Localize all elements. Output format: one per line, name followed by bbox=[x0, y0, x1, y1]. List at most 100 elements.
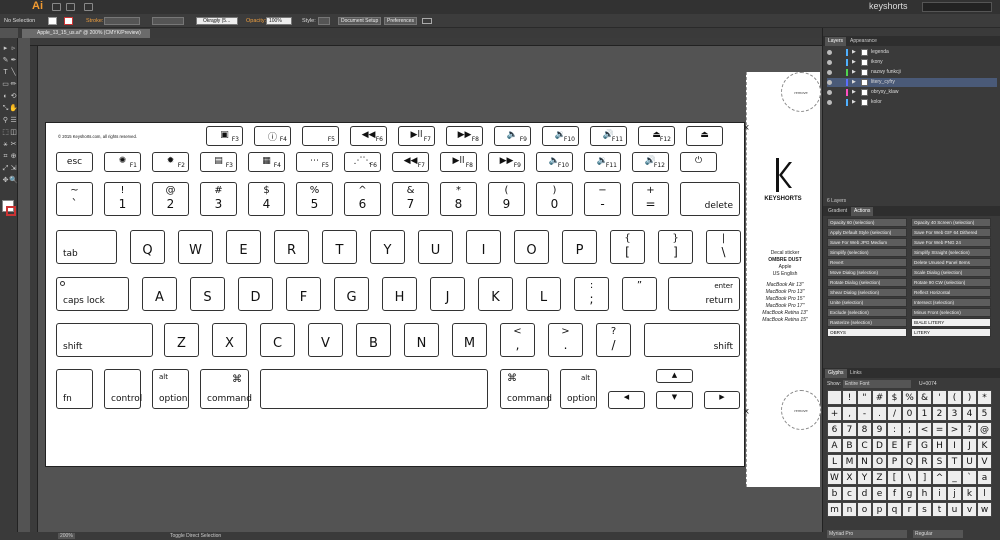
layer-row[interactable]: ▶ kolor bbox=[827, 98, 997, 107]
tool-icon[interactable]: 🔍 bbox=[8, 176, 19, 186]
action-button[interactable]: Scale Dialog (selection) bbox=[911, 268, 991, 277]
visibility-eye-icon[interactable] bbox=[827, 50, 832, 55]
glyph-cell[interactable]: u bbox=[947, 502, 962, 517]
layer-row[interactable]: ▶ ikony bbox=[827, 58, 997, 67]
glyph-cell[interactable]: = bbox=[932, 422, 947, 437]
action-button[interactable]: Save For Web JPG Medium bbox=[827, 238, 907, 247]
glyph-font-select[interactable]: Myriad Pro bbox=[827, 530, 907, 538]
glyph-cell[interactable]: > bbox=[947, 422, 962, 437]
glyph-cell[interactable]: Q bbox=[902, 454, 917, 469]
glyph-cell[interactable]: ? bbox=[962, 422, 977, 437]
glyph-cell[interactable]: 6 bbox=[827, 422, 842, 437]
glyph-cell[interactable]: . bbox=[872, 406, 887, 421]
tab-gradient[interactable]: Gradient bbox=[825, 207, 850, 216]
glyph-cell[interactable]: 2 bbox=[932, 406, 947, 421]
action-button[interactable]: Delete Unused Panel Items bbox=[911, 258, 991, 267]
opacity-field[interactable]: 100% bbox=[266, 17, 292, 25]
glyph-cell[interactable]: ' bbox=[932, 390, 947, 405]
document-tab[interactable]: Apple_13_15_us.ai* @ 200% (CMYK/Preview) bbox=[22, 29, 150, 38]
tool-icon[interactable]: ⊕ bbox=[8, 152, 19, 162]
glyph-cell[interactable]: # bbox=[872, 390, 887, 405]
glyph-cell[interactable]: , bbox=[842, 406, 857, 421]
glyph-cell[interactable]: ( bbox=[947, 390, 962, 405]
stroke-label[interactable]: Stroke: bbox=[86, 18, 103, 24]
layer-row[interactable]: ▶ legenda bbox=[827, 48, 997, 57]
glyph-cell[interactable]: E bbox=[887, 438, 902, 453]
expand-arrow-icon[interactable]: ▶ bbox=[852, 98, 856, 107]
stroke-swatch[interactable] bbox=[64, 17, 73, 25]
glyph-cell[interactable]: [ bbox=[887, 470, 902, 485]
glyph-cell[interactable]: p bbox=[872, 502, 887, 517]
tab-layers[interactable]: Layers bbox=[825, 37, 847, 46]
glyph-cell[interactable]: b bbox=[827, 486, 842, 501]
expand-arrow-icon[interactable]: ▶ bbox=[852, 68, 856, 77]
glyph-cell[interactable]: S bbox=[932, 454, 947, 469]
glyph-cell[interactable]: R bbox=[917, 454, 932, 469]
canvas[interactable]: © 2015 Keyshorts.com, all rights reserve… bbox=[38, 46, 822, 532]
glyph-cell[interactable]: o bbox=[857, 502, 872, 517]
tab-actions[interactable]: Actions bbox=[851, 207, 874, 216]
glyph-cell[interactable]: Z bbox=[872, 470, 887, 485]
visibility-eye-icon[interactable] bbox=[827, 90, 832, 95]
glyph-cell[interactable]: N bbox=[857, 454, 872, 469]
glyph-cell[interactable]: j bbox=[947, 486, 962, 501]
glyph-cell[interactable]: 1 bbox=[917, 406, 932, 421]
glyph-cell[interactable]: i bbox=[932, 486, 947, 501]
action-button[interactable]: Unite (selection) bbox=[827, 298, 907, 307]
action-button[interactable]: Rotate Dialog (selection) bbox=[827, 278, 907, 287]
vertical-ruler[interactable] bbox=[30, 46, 38, 532]
tool-icon[interactable]: ╲ bbox=[8, 68, 19, 78]
tab-links[interactable]: Links bbox=[847, 369, 865, 378]
glyph-cell[interactable]: + bbox=[827, 406, 842, 421]
tool-icon[interactable]: ✂ bbox=[8, 140, 19, 150]
visibility-eye-icon[interactable] bbox=[827, 80, 832, 85]
action-button[interactable]: Opacity 60 (selection) bbox=[827, 218, 907, 227]
glyph-cell[interactable]: g bbox=[902, 486, 917, 501]
glyph-cell[interactable]: A bbox=[827, 438, 842, 453]
action-button[interactable]: LITERY bbox=[911, 328, 991, 337]
opacity-label[interactable]: Opacity: bbox=[246, 18, 266, 24]
glyph-cell[interactable]: 0 bbox=[902, 406, 917, 421]
variable-width-select[interactable] bbox=[152, 17, 184, 25]
glyph-cell[interactable]: s bbox=[917, 502, 932, 517]
bridge-icon[interactable] bbox=[52, 3, 61, 11]
arrange-documents-icon[interactable] bbox=[84, 3, 93, 11]
glyph-cell[interactable]: q bbox=[887, 502, 902, 517]
glyph-cell[interactable]: \ bbox=[902, 470, 917, 485]
tool-icon[interactable]: ◫ bbox=[8, 128, 19, 138]
glyph-cell[interactable]: G bbox=[917, 438, 932, 453]
glyph-cell[interactable]: d bbox=[857, 486, 872, 501]
glyph-cell[interactable]: J bbox=[962, 438, 977, 453]
glyph-cell[interactable]: n bbox=[842, 502, 857, 517]
expand-arrow-icon[interactable]: ▶ bbox=[852, 78, 856, 87]
action-button[interactable]: Minus Front (selection) bbox=[911, 308, 991, 317]
workspace-switcher[interactable]: keyshorts bbox=[869, 1, 908, 11]
stroke-weight-field[interactable] bbox=[104, 17, 140, 25]
glyph-cell[interactable]: / bbox=[887, 406, 902, 421]
glyph-cell[interactable]: F bbox=[902, 438, 917, 453]
glyph-cell[interactable]: ^ bbox=[932, 470, 947, 485]
action-button[interactable]: BIALE LITERY bbox=[911, 318, 991, 327]
tab-appearance[interactable]: Appearance bbox=[847, 37, 880, 46]
preferences-button[interactable]: Preferences bbox=[384, 17, 417, 25]
glyph-cell[interactable]: : bbox=[887, 422, 902, 437]
tool-icon[interactable]: ⟲ bbox=[8, 92, 19, 102]
action-button[interactable]: Revert bbox=[827, 258, 907, 267]
glyph-cell[interactable]: 3 bbox=[947, 406, 962, 421]
action-button[interactable]: Simplify (selection) bbox=[827, 248, 907, 257]
zoom-level[interactable]: 200% bbox=[58, 533, 75, 539]
glyph-cell[interactable]: 7 bbox=[842, 422, 857, 437]
glyph-cell[interactable]: L bbox=[827, 454, 842, 469]
action-button[interactable]: Save For Web GIF 64 Dithered bbox=[911, 228, 991, 237]
artboard[interactable]: © 2015 Keyshorts.com, all rights reserve… bbox=[45, 122, 745, 467]
glyph-cell[interactable]: Y bbox=[857, 470, 872, 485]
glyph-cell[interactable]: 5 bbox=[977, 406, 992, 421]
glyph-cell[interactable]: $ bbox=[887, 390, 902, 405]
glyph-cell[interactable]: W bbox=[827, 470, 842, 485]
glyph-cell[interactable]: V bbox=[977, 454, 992, 469]
action-button[interactable]: Opacity 40 Screen (selection) bbox=[911, 218, 991, 227]
glyph-cell[interactable]: B bbox=[842, 438, 857, 453]
glyph-cell[interactable]: " bbox=[857, 390, 872, 405]
glyph-cell[interactable]: & bbox=[917, 390, 932, 405]
expand-arrow-icon[interactable]: ▶ bbox=[852, 58, 856, 67]
